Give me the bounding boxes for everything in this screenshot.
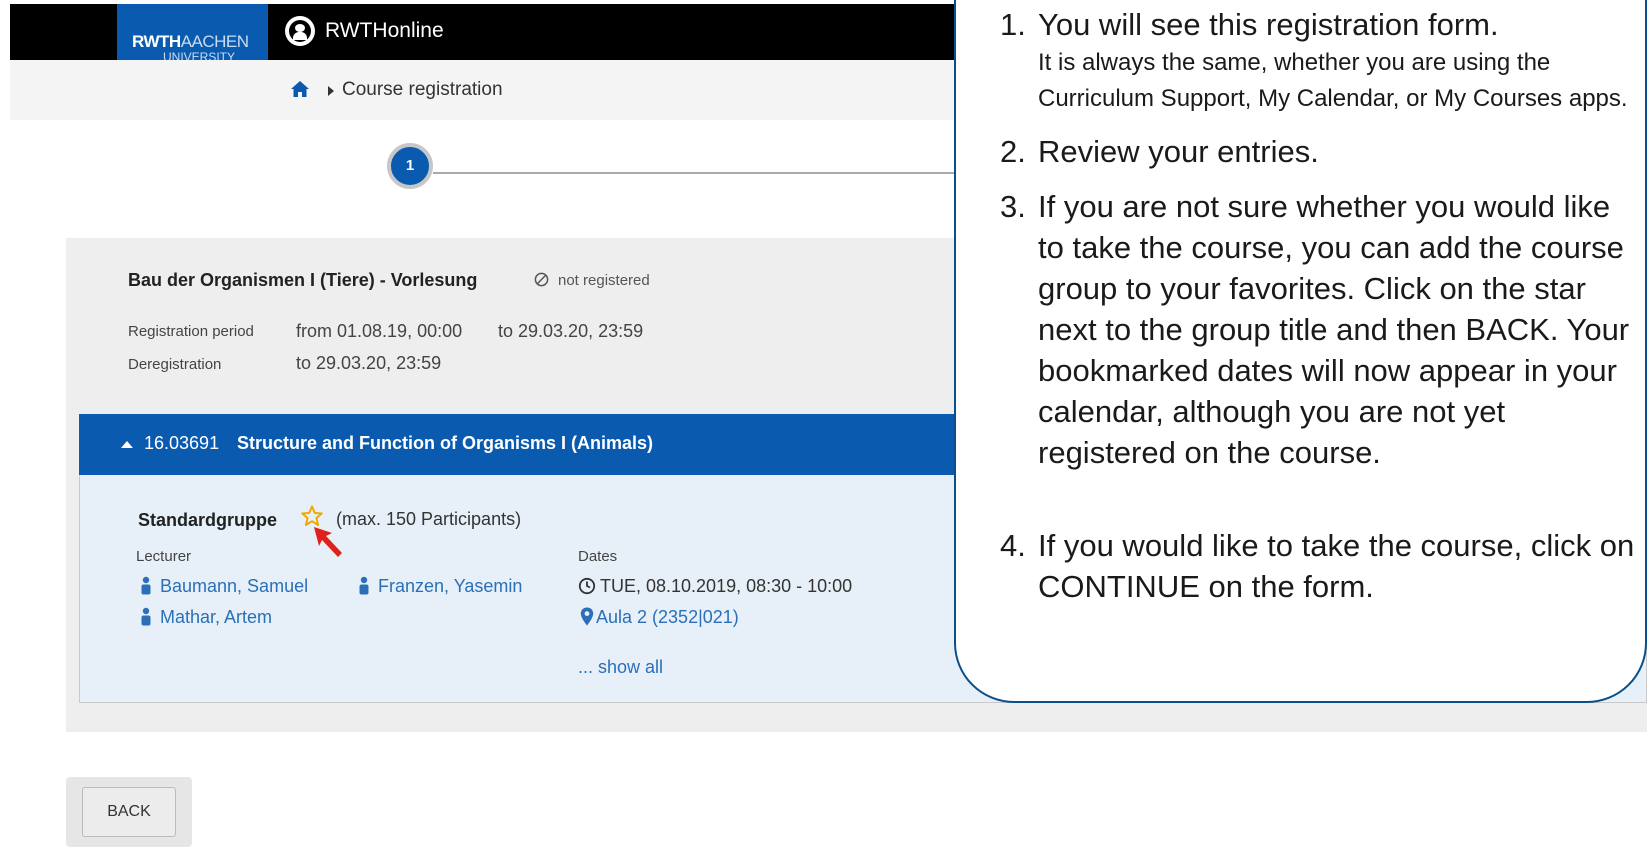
group-title: Standardgruppe [138, 510, 278, 530]
breadcrumb-current: Course registration [342, 79, 503, 100]
person-icon [141, 576, 151, 595]
step-number: 1 [405, 157, 415, 174]
room-link[interactable]: Aula 2 (2352|021) [580, 607, 739, 628]
deregistration-to: to 29.03.20, 23:59 [296, 353, 442, 373]
location-pin-icon [580, 607, 594, 626]
registration-status: not registered [558, 272, 650, 289]
max-participants: (max. 150 Participants) [336, 509, 522, 529]
lecturer-label: Lecturer [136, 548, 192, 565]
registration-to: to 29.03.20, 23:59 [498, 321, 644, 341]
logo-main: RWTH [132, 32, 181, 51]
course-number: 16.03691 [144, 433, 220, 453]
instruction-number: 4. [1000, 528, 1026, 563]
logo-suffix: AACHEN [180, 32, 249, 51]
back-button[interactable]: BACK [82, 787, 176, 837]
instruction-text: If you are not sure whether you would li… [1038, 189, 1630, 470]
date-entry: TUE, 08.10.2019, 08:30 - 10:00 [578, 576, 852, 597]
room-text: Aula 2 (2352|021) [596, 607, 739, 627]
show-all-link[interactable]: ... show all [578, 657, 663, 678]
stepper-line [433, 172, 973, 174]
not-registered-icon [534, 272, 549, 287]
breadcrumb-separator-icon [328, 86, 334, 96]
home-icon[interactable] [290, 80, 310, 98]
lecturer-name: Baumann, Samuel [160, 576, 309, 596]
course-title: Bau der Organismen I (Tiere) - Vorlesung [128, 270, 478, 290]
instruction-list: 1. You will see this registration form. … [1000, 4, 1640, 607]
person-icon [141, 607, 151, 626]
instruction-number: 2. [1000, 134, 1026, 169]
person-icon [359, 576, 369, 595]
lecturer-link[interactable]: Franzen, Yasemin [358, 576, 522, 597]
instruction-number: 1. [1000, 7, 1026, 42]
instruction-item: 4. If you would like to take the course,… [1000, 525, 1640, 607]
instruction-item: 3. If you are not sure whether you would… [1000, 186, 1640, 473]
instruction-subtext: It is always the same, whether you are u… [1038, 49, 1628, 112]
rwthonline-icon [285, 16, 315, 46]
clock-icon [578, 577, 596, 595]
instruction-text: If you would like to take the course, cl… [1038, 528, 1635, 604]
lecturer-link[interactable]: Mathar, Artem [140, 607, 272, 628]
registration-from: from 01.08.19, 00:00 [296, 321, 463, 341]
deregistration-label: Deregistration [128, 356, 222, 373]
lecturer-name: Franzen, Yasemin [378, 576, 523, 596]
app-title[interactable]: RWTHonline [325, 19, 444, 43]
instruction-number: 3. [1000, 189, 1026, 224]
registration-period-label: Registration period [128, 323, 254, 340]
red-pointer-arrow-icon [314, 527, 342, 557]
course-name: Structure and Function of Organisms I (A… [237, 433, 654, 453]
instruction-text: Review your entries. [1038, 134, 1319, 169]
dates-label: Dates [578, 548, 618, 565]
collapse-icon[interactable] [121, 441, 133, 448]
instruction-text: You will see this registration form. [1038, 7, 1499, 42]
instruction-item: 2. Review your entries. [1000, 131, 1640, 172]
lecturer-name: Mathar, Artem [160, 607, 273, 627]
instruction-item: 1. You will see this registration form. … [1000, 4, 1640, 117]
date-text: TUE, 08.10.2019, 08:30 - 10:00 [600, 576, 853, 596]
lecturer-link[interactable]: Baumann, Samuel [140, 576, 308, 597]
